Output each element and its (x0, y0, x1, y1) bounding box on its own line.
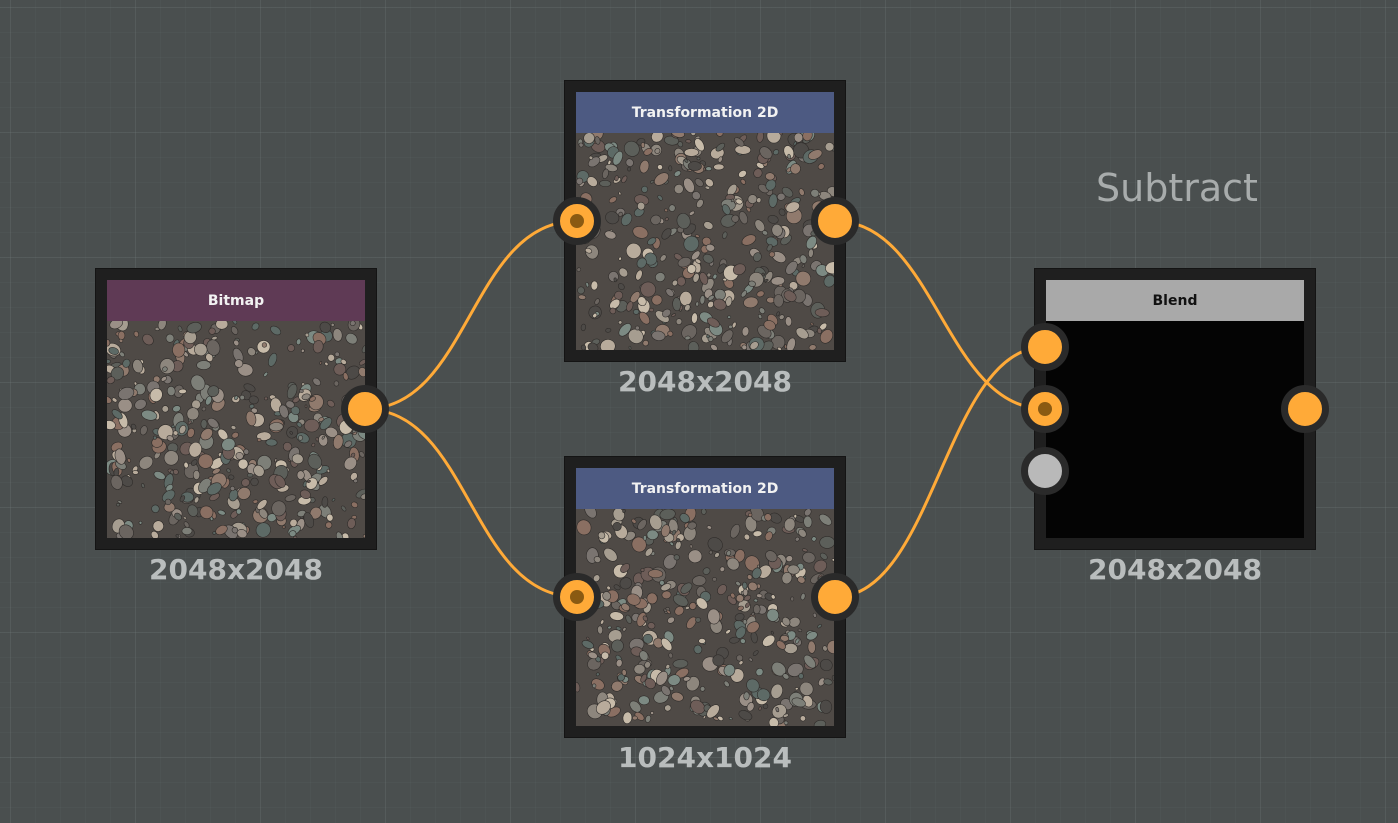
transform-bottom-output-port[interactable] (811, 573, 859, 621)
transformation-2d-node-top[interactable]: Transformation 2D (564, 80, 846, 362)
port-connected-dot (570, 214, 584, 228)
node-resolution-label: 2048x2048 (149, 553, 323, 586)
blend-output-port[interactable] (1281, 385, 1329, 433)
node-title: Transformation 2D (576, 468, 834, 509)
wire-transform-bottom-to-blend-foreground[interactable] (834, 345, 1046, 599)
blend-mask-input-port[interactable] (1021, 447, 1069, 495)
node-resolution-label: 2048x2048 (618, 365, 792, 398)
pebble-texture-image (576, 133, 834, 350)
node-title: Blend (1046, 280, 1304, 321)
wire-bitmap-to-transform-bottom[interactable] (364, 407, 578, 599)
node-resolution-label: 1024x1024 (618, 741, 792, 774)
port-connected-dot (1038, 402, 1052, 416)
blend-node[interactable]: Blend (1034, 268, 1316, 550)
node-resolution-label: 2048x2048 (1088, 553, 1262, 586)
transform-top-output-port[interactable] (811, 197, 859, 245)
bitmap-node[interactable]: Bitmap (95, 268, 377, 550)
pebble-texture-image (576, 509, 834, 726)
blend-foreground-input-port[interactable] (1021, 323, 1069, 371)
node-thumbnail-black (1046, 321, 1304, 538)
transform-top-input-port[interactable] (553, 197, 601, 245)
frame-comment-label: Subtract (1096, 166, 1258, 210)
wire-transform-top-to-blend-background[interactable] (834, 219, 1046, 411)
transformation-2d-node-bottom[interactable]: Transformation 2D (564, 456, 846, 738)
port-connected-dot (570, 590, 584, 604)
node-thumbnail-pebbles (107, 321, 365, 538)
pebble-texture-image (107, 321, 365, 538)
node-title: Bitmap (107, 280, 365, 321)
node-thumbnail-pebbles (576, 133, 834, 350)
wire-bitmap-to-transform-top[interactable] (364, 219, 578, 411)
node-title: Transformation 2D (576, 92, 834, 133)
blend-background-input-port[interactable] (1021, 385, 1069, 433)
bitmap-output-port[interactable] (341, 385, 389, 433)
transform-bottom-input-port[interactable] (553, 573, 601, 621)
node-thumbnail-pebbles (576, 509, 834, 726)
